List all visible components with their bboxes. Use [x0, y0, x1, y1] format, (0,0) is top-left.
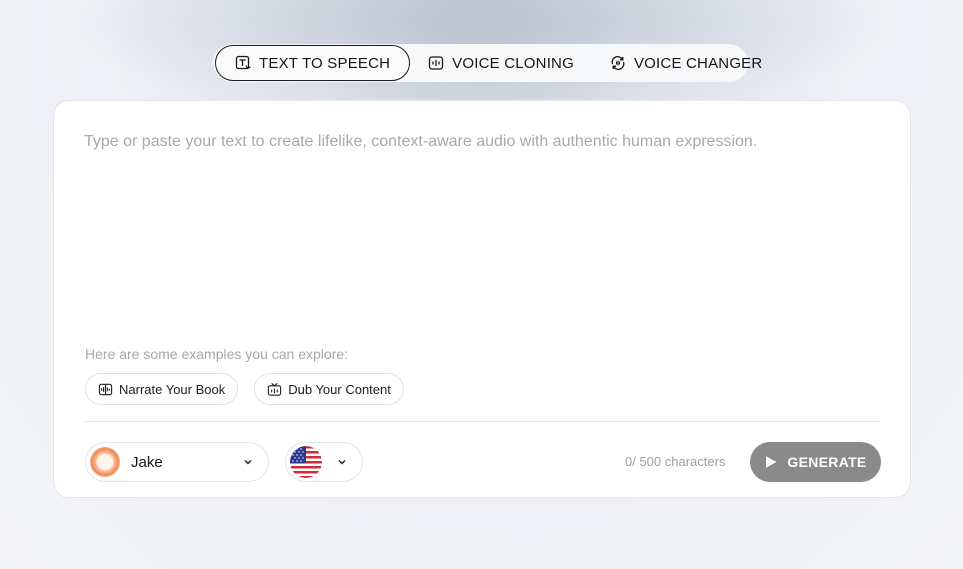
text-to-speech-icon	[235, 55, 251, 70]
character-count: 0/ 500 characters	[625, 454, 726, 469]
tab-text-to-speech[interactable]: TEXT TO SPEECH	[215, 45, 411, 81]
example-chip-dub-content[interactable]: Dub Your Content	[254, 373, 404, 405]
book-audio-icon	[98, 383, 113, 395]
voice-name: Jake	[131, 453, 163, 471]
tab-voice-changer[interactable]: VOICE CHANGER	[592, 45, 780, 81]
generate-label: GENERATE	[787, 454, 867, 470]
dub-content-icon	[268, 382, 282, 396]
chip-label: Dub Your Content	[288, 381, 391, 397]
mode-tabs: TEXT TO SPEECH VOICE CLONING VOICE CHANG…	[213, 44, 762, 82]
text-input[interactable]	[84, 133, 884, 323]
tab-label: VOICE CHANGER	[633, 54, 763, 72]
us-flag-icon	[290, 446, 322, 478]
tab-voice-cloning[interactable]: VOICE CLONING	[410, 45, 592, 81]
voice-select[interactable]: Jake	[85, 442, 269, 482]
generate-button[interactable]: GENERATE	[750, 442, 881, 482]
tab-label: VOICE CLONING	[452, 54, 574, 72]
example-chip-narrate-book[interactable]: Narrate Your Book	[85, 373, 239, 405]
voice-cloning-icon	[429, 56, 444, 70]
voice-avatar	[90, 447, 120, 477]
tab-label: TEXT TO SPEECH	[259, 54, 391, 72]
tts-card: Here are some examples you can explore: …	[53, 100, 911, 498]
chevron-down-icon	[244, 459, 252, 465]
play-icon	[766, 456, 777, 468]
example-chips: Narrate Your Book Dub Your Content	[85, 373, 404, 405]
chevron-down-icon	[338, 459, 346, 465]
voice-changer-icon	[611, 56, 625, 70]
divider	[85, 421, 881, 422]
language-select[interactable]	[285, 442, 363, 482]
chip-label: Narrate Your Book	[119, 381, 226, 397]
examples-label: Here are some examples you can explore:	[85, 346, 349, 362]
